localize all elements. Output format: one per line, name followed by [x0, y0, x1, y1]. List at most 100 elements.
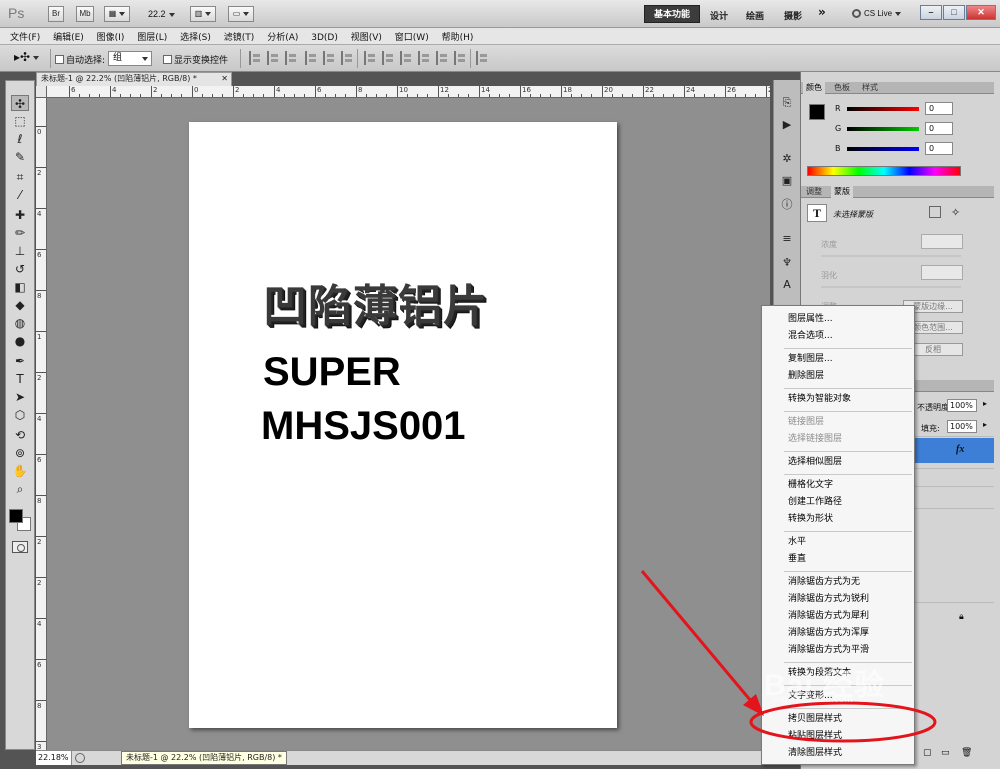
paint-bucket-tool-icon[interactable]: ◆	[11, 297, 29, 313]
menu-window[interactable]: 窗口(W)	[395, 28, 429, 43]
character-panel-icon[interactable]: A	[779, 278, 795, 292]
ruler-origin[interactable]	[36, 86, 47, 98]
pen-tool-icon[interactable]: ✒	[11, 353, 29, 369]
blue-slider[interactable]	[847, 147, 919, 151]
minimize-button[interactable]: –	[920, 5, 942, 20]
context-menu-item[interactable]: 转换为形状	[788, 511, 833, 524]
shape-tool-icon[interactable]: ⬡	[11, 407, 29, 423]
align-top-icon[interactable]	[249, 51, 261, 65]
context-menu-item[interactable]: 消除锯齿方式为浑厚	[788, 625, 869, 638]
eraser-tool-icon[interactable]: ◧	[11, 279, 29, 295]
screen-mode-button[interactable]: ▭	[228, 6, 254, 22]
status-info-icon[interactable]	[75, 753, 85, 763]
crop-tool-icon[interactable]: ⌗	[11, 169, 29, 185]
document-tab[interactable]: 未标题-1 @ 22.2% (凹陷薄铝片, RGB/8) * ✕	[36, 72, 232, 86]
3d-orbit-tool-icon[interactable]: ⊚	[11, 445, 29, 461]
tab-styles[interactable]: 样式	[859, 82, 881, 94]
marquee-tool-icon[interactable]: ⬚	[11, 113, 29, 129]
context-menu-item[interactable]: 粘贴图层样式	[788, 728, 842, 741]
layer-row-selected[interactable]	[913, 438, 994, 463]
brush-tool-icon[interactable]: ✏	[11, 225, 29, 241]
workspace-photography[interactable]: 摄影	[784, 9, 802, 22]
auto-select-target-select[interactable]: 组	[108, 51, 152, 66]
document-tab-close-icon[interactable]: ✕	[221, 73, 228, 85]
navigator-panel-icon[interactable]: ▣	[779, 174, 795, 188]
green-slider[interactable]	[847, 127, 919, 131]
menu-image[interactable]: 图像(I)	[97, 28, 125, 43]
ruler-horizontal[interactable]: 6420246810121416182022242628	[47, 86, 770, 98]
context-menu-item[interactable]: 栅格化文字	[788, 477, 833, 490]
layer-fx-icon[interactable]: fx	[956, 444, 964, 455]
menu-filter[interactable]: 滤镜(T)	[224, 28, 255, 43]
path-selection-tool-icon[interactable]: ➤	[11, 389, 29, 405]
blue-value-field[interactable]: 0	[925, 142, 953, 155]
3d-rotate-tool-icon[interactable]: ⟲	[11, 427, 29, 443]
blur-tool-icon[interactable]: ◍	[11, 315, 29, 331]
arrange-documents-button[interactable]: ▥	[190, 6, 216, 22]
menu-file[interactable]: 文件(F)	[10, 28, 40, 43]
ruler-vertical[interactable]: 0 2 4 6 8 1 2 4 6 8 2 2 4 6 8 3	[36, 98, 47, 750]
history-panel-icon[interactable]: ⎘	[779, 96, 795, 110]
menu-analysis[interactable]: 分析(A)	[267, 28, 298, 43]
feather-slider[interactable]	[821, 286, 961, 288]
opacity-field[interactable]: 100%	[947, 399, 977, 412]
move-tool-preset-icon[interactable]: ▸✣	[14, 50, 40, 64]
spot-healing-tool-icon[interactable]: ✚	[11, 207, 29, 223]
3d-panel-icon[interactable]: ✲	[779, 152, 795, 166]
actions-panel-icon[interactable]: ▶	[779, 118, 795, 132]
context-menu-item[interactable]: 消除锯齿方式为无	[788, 574, 860, 587]
menu-select[interactable]: 选择(S)	[180, 28, 211, 43]
close-button[interactable]: ✕	[966, 5, 996, 20]
context-menu-item[interactable]: 图层属性...	[788, 311, 833, 324]
align-bottom-icon[interactable]	[285, 51, 297, 65]
menu-help[interactable]: 帮助(H)	[442, 28, 474, 43]
feather-field[interactable]	[921, 265, 963, 280]
pixel-mask-icon[interactable]	[929, 206, 941, 218]
red-value-field[interactable]: 0	[925, 102, 953, 115]
new-layer-icon[interactable]: ▢	[923, 748, 932, 758]
auto-align-layers-icon[interactable]	[476, 51, 488, 65]
clone-source-panel-icon[interactable]: ♆	[779, 256, 795, 270]
context-menu-item[interactable]: 创建工作路径	[788, 494, 842, 507]
density-field[interactable]	[921, 234, 963, 249]
distribute-vcenter-icon[interactable]	[382, 51, 394, 65]
context-menu-item[interactable]: 垂直	[788, 551, 806, 564]
status-zoom-field[interactable]: 22.18%	[36, 751, 72, 765]
density-slider[interactable]	[821, 255, 961, 257]
workspace-design[interactable]: 设计	[710, 9, 728, 22]
context-menu-item[interactable]: 拷贝图层样式	[788, 711, 842, 724]
info-panel-icon[interactable]: ⓘ	[779, 198, 795, 212]
auto-select-checkbox[interactable]: 自动选择:	[55, 53, 105, 66]
clone-stamp-tool-icon[interactable]: ⊥	[11, 243, 29, 259]
maximize-button[interactable]: □	[943, 5, 965, 20]
new-group-icon[interactable]: ▭	[941, 748, 950, 758]
move-tool-icon[interactable]: ✣	[11, 95, 29, 111]
mini-bridge-button[interactable]: Mb	[76, 6, 94, 22]
workspace-more-button[interactable]: »	[818, 5, 826, 19]
context-menu-item[interactable]: 选择相似图层	[788, 454, 842, 467]
view-extras-button[interactable]: ▦	[104, 6, 130, 22]
distribute-top-icon[interactable]	[364, 51, 376, 65]
distribute-hcenter-icon[interactable]	[436, 51, 448, 65]
tab-masks[interactable]: 蒙版	[831, 186, 853, 198]
tab-swatches[interactable]: 色板	[831, 82, 853, 94]
distribute-left-icon[interactable]	[418, 51, 430, 65]
bridge-button[interactable]: Br	[48, 6, 64, 22]
tab-adjustments[interactable]: 调整	[803, 186, 825, 198]
align-hcenter-icon[interactable]	[323, 51, 335, 65]
foreground-color-swatch[interactable]	[9, 509, 23, 523]
context-menu-item[interactable]: 清除图层样式	[788, 745, 842, 758]
workspace-painting[interactable]: 绘画	[746, 9, 764, 22]
vector-mask-icon[interactable]: ✧	[951, 206, 960, 219]
foreground-color-chip[interactable]	[809, 104, 825, 120]
zoom-tool-icon[interactable]: ⌕	[11, 481, 29, 497]
green-value-field[interactable]: 0	[925, 122, 953, 135]
color-spectrum-bar[interactable]	[807, 166, 961, 176]
red-slider[interactable]	[847, 107, 919, 111]
show-transform-controls-checkbox[interactable]: 显示变换控件	[163, 53, 228, 66]
menu-3d[interactable]: 3D(D)	[311, 31, 338, 43]
context-menu-item[interactable]: 混合选项...	[788, 328, 833, 341]
history-brush-tool-icon[interactable]: ↺	[11, 261, 29, 277]
align-left-icon[interactable]	[305, 51, 317, 65]
quick-mask-icon[interactable]	[12, 541, 28, 553]
